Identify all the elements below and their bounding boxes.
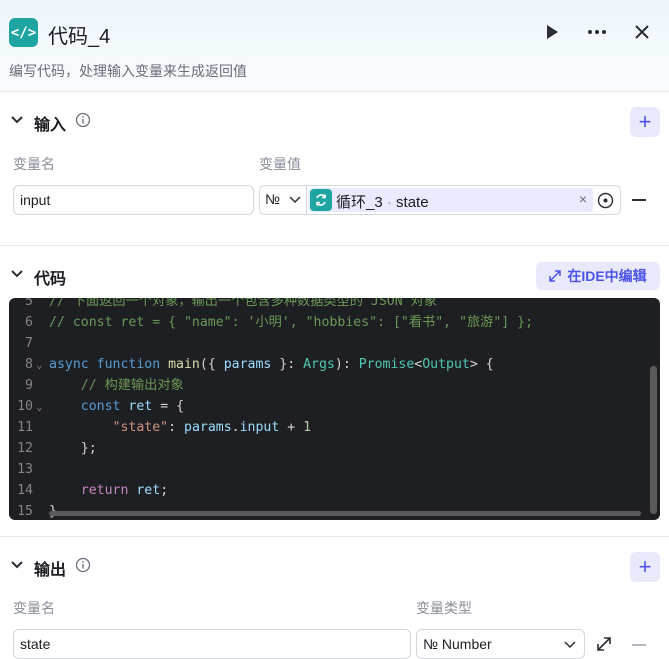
remove-output-button[interactable] [632,644,646,646]
line-number: 6 [25,315,33,330]
output-name-field[interactable]: state [13,629,411,659]
value-type-label: № [265,191,281,207]
line-number: 13 [17,462,33,477]
more-icon [588,30,606,34]
fold-chevron-icon[interactable]: ⌄ [36,396,43,417]
variable-picker-icon[interactable] [597,192,614,209]
output-section-title: 输出 [34,562,67,579]
output-section-header[interactable]: 输出 [0,552,669,582]
code-line[interactable]: 6 // const ret = { "name": '小明', "hobbies… [9,312,649,333]
play-icon [547,25,558,39]
line-number: 10 [17,399,33,414]
horizontal-scrollbar[interactable] [49,511,641,516]
code-line[interactable]: 8 ⌄ async function main({ params }: Args):… [9,354,649,375]
node-description[interactable]: 编写代码，处理输入变量来生成返回值 [9,61,247,81]
code-line[interactable]: 7 [9,333,649,354]
output-col-type-label: 变量类型 [416,600,472,616]
code-line[interactable]: 9 // 构建输出对象 [9,375,649,396]
expand-icon[interactable] [597,637,611,651]
remove-input-button[interactable] [632,199,646,201]
code-editor[interactable]: 15}14 return ret;1312 };11 "state": para… [9,298,660,520]
code-line[interactable]: 13 [9,459,649,480]
line-number: 8 [25,357,33,372]
add-input-button[interactable]: + [630,107,660,137]
output-type-select[interactable]: № Number [416,629,585,659]
chevron-down-icon[interactable] [10,558,24,572]
line-number: 11 [17,420,33,435]
add-output-button[interactable]: + [630,552,660,582]
line-number: 15 [17,504,33,519]
chevron-down-icon[interactable] [10,267,24,281]
input-col-name-label: 变量名 [13,156,55,172]
fold-chevron-icon[interactable]: ⌄ [36,354,43,375]
reference-separator: · [382,194,397,211]
loop-icon [310,189,332,211]
code-line[interactable]: 10 ⌄ const ret = { [9,396,649,417]
input-col-value-label: 变量值 [259,156,301,172]
code-text: // const ret = { "name": '小明', "hobbies"… [49,315,534,330]
code-line[interactable]: 11 "state": params.input + 1 [9,417,649,438]
code-text: }; [49,441,97,456]
panel-header: </> 代码_4 编写代码，处理输入变量来生成返回值 [0,0,669,92]
chevron-down-icon [564,641,576,649]
reference-variable: state [396,194,429,211]
line-number: 14 [17,483,33,498]
close-button[interactable] [628,18,656,46]
chevron-down-icon [289,196,301,204]
code-node-panel: </> 代码_4 编写代码，处理输入变量来生成返回值 输入 + 变量名 变量值 … [0,0,669,659]
edit-in-ide-button[interactable]: 在IDE中编辑 [536,262,660,290]
input-value-reference[interactable]: № 循环_3 · state × [259,185,621,215]
code-text: const ret = { [80,399,185,414]
input-name-field[interactable]: input [13,185,254,215]
edit-in-ide-label: 在IDE中编辑 [567,268,647,284]
reference-text: 循环_3 · state [336,191,429,212]
info-icon[interactable] [75,557,91,573]
line-number: 5 [25,298,33,309]
close-icon [635,25,649,39]
plus-icon: + [638,109,652,134]
reference-tag[interactable]: 循环_3 · state × [308,188,593,212]
code-text: async function main({ params }: Args): P… [49,357,494,372]
line-number: 7 [25,336,33,351]
chevron-down-icon[interactable] [10,113,24,127]
section-divider [0,536,669,537]
code-line[interactable]: 5 // 下面返回一个对象，输出一个包含多种数据类型的 JSON 对象 [9,298,649,312]
info-icon[interactable] [75,112,91,128]
clear-reference-icon[interactable]: × [579,191,587,207]
reference-node-name: 循环_3 [336,194,383,211]
more-button[interactable] [583,18,611,46]
code-section-title: 代码 [34,271,67,288]
output-col-name-label: 变量名 [13,600,55,616]
run-button[interactable] [538,18,566,46]
input-section-header[interactable]: 输入 [0,107,669,137]
code-icon: </> [9,18,38,47]
output-type-label: № Number [423,636,492,652]
line-number: 12 [17,441,33,456]
input-section-title: 输入 [34,117,67,134]
code-text: return ret; [80,483,169,498]
vertical-scrollbar[interactable] [650,366,657,514]
line-number: 9 [25,378,33,393]
node-title[interactable]: 代码_4 [48,20,110,49]
expand-icon [549,270,562,282]
plus-icon: + [638,554,652,579]
code-text: "state": params.input + 1 [112,420,312,435]
code-text: // 构建输出对象 [80,378,184,393]
section-divider [0,245,669,246]
code-line[interactable]: 12 }; [9,438,649,459]
value-type-select[interactable]: № [260,186,307,214]
code-text: // 下面返回一个对象，输出一个包含多种数据类型的 JSON 对象 [49,298,437,309]
code-line[interactable]: 14 return ret; [9,480,649,501]
